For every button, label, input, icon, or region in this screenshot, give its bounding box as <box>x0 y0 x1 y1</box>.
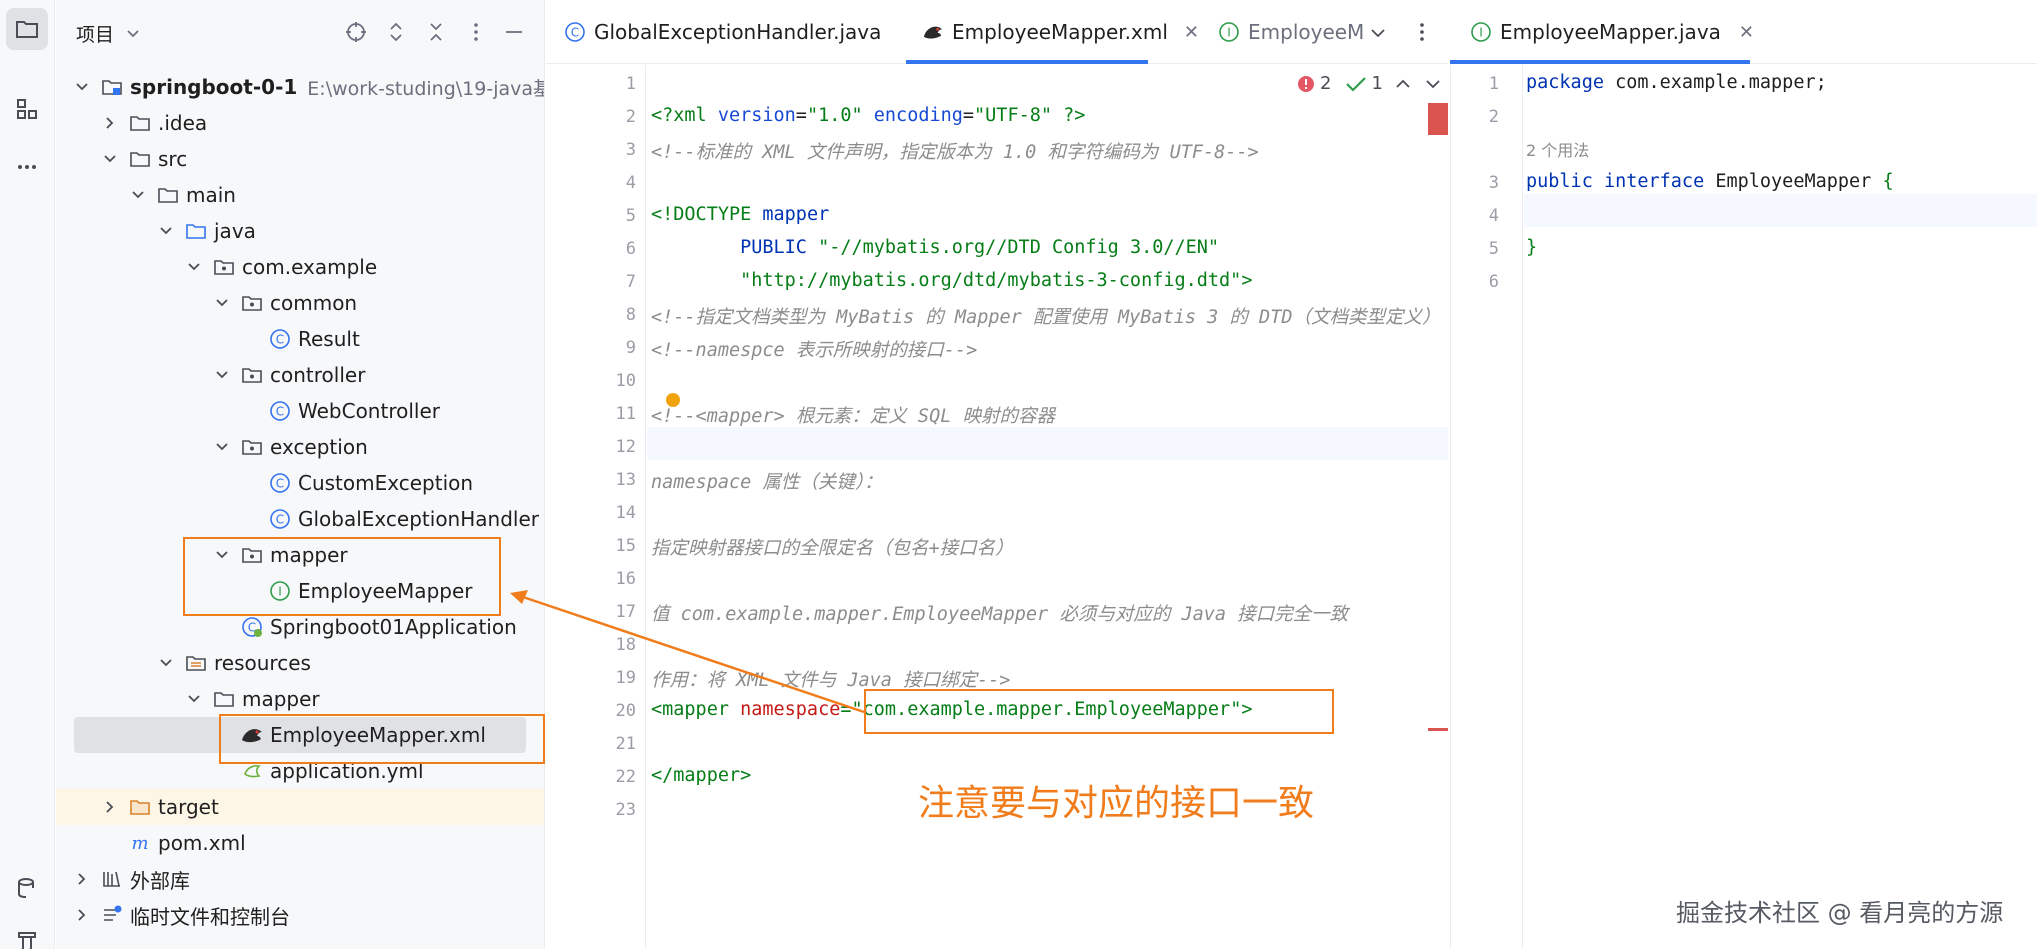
watermark: 掘金技术社区 @ 看月亮的方源 <box>1676 899 2004 927</box>
annotation-text: 注意要与对应的接口一致 <box>918 783 1315 824</box>
